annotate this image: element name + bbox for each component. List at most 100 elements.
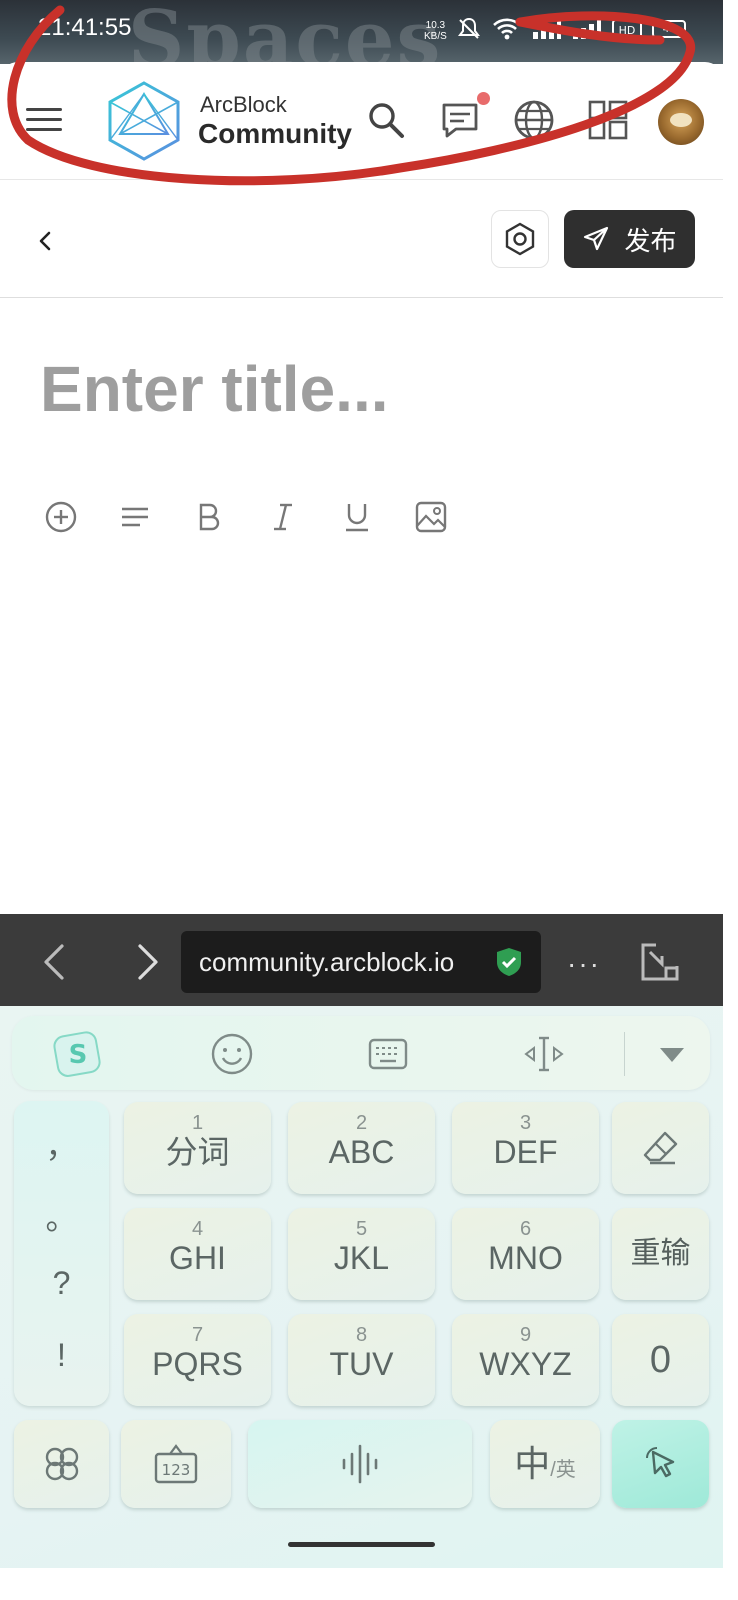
mute-icon	[458, 17, 480, 39]
signal-icon	[533, 20, 561, 39]
punct-period[interactable]: 。	[14, 1193, 109, 1239]
svg-text:HD: HD	[619, 24, 636, 37]
key-label: JKL	[333, 1240, 390, 1276]
chat-icon[interactable]	[438, 98, 482, 142]
key-label: 分词	[165, 1134, 230, 1170]
hexagon-settings-icon	[505, 222, 535, 256]
wifi-icon	[493, 18, 521, 40]
key-7[interactable]: 7 PQRS	[124, 1314, 271, 1406]
key-label: WXYZ	[479, 1346, 572, 1382]
background-word: Spaces	[128, 0, 443, 64]
tap-cursor-icon	[645, 1447, 674, 1478]
key-6[interactable]: 6 MNO	[452, 1208, 599, 1300]
browser-back-icon[interactable]	[38, 942, 72, 982]
arcblock-logo-icon[interactable]	[106, 80, 182, 162]
apps-icon[interactable]	[586, 98, 630, 142]
lang-main: 中	[514, 1443, 551, 1484]
delete-key[interactable]	[612, 1102, 709, 1194]
title-input[interactable]: Enter title...	[40, 352, 389, 426]
home-indicator[interactable]	[288, 1542, 435, 1547]
key-label: PQRS	[152, 1346, 243, 1382]
exit-fullscreen-icon[interactable]	[640, 942, 680, 982]
ime-keyboard: S ， 。 ? ! 1 分词 2 ABC 3 DEF 4 GHI 5 JKL 6…	[0, 1006, 723, 1568]
status-time: 21:41:55	[38, 14, 132, 41]
bold-icon[interactable]	[192, 500, 226, 534]
key-0[interactable]: 0	[612, 1314, 709, 1406]
svg-text:S: S	[69, 1040, 88, 1070]
key-label: MNO	[488, 1240, 563, 1276]
clover-icon	[45, 1447, 78, 1481]
key-number: 7	[191, 1324, 204, 1346]
publish-button[interactable]: 发布	[564, 210, 695, 268]
status-icons: HD	[456, 16, 642, 42]
cursor-move-icon[interactable]	[522, 1032, 566, 1076]
avatar[interactable]	[658, 99, 704, 145]
key-9[interactable]: 9 WXYZ	[452, 1314, 599, 1406]
paragraph-icon[interactable]	[118, 500, 152, 534]
editor-toolbar: 发布	[0, 180, 723, 298]
key-3[interactable]: 3 DEF	[452, 1102, 599, 1194]
sogou-logo-icon[interactable]: S	[52, 1028, 104, 1080]
key-4[interactable]: 4 GHI	[124, 1208, 271, 1300]
emoji-icon[interactable]	[210, 1032, 254, 1076]
underline-icon[interactable]	[340, 500, 374, 534]
net-speed: 10.3 KB/S	[424, 20, 447, 42]
toolbar-divider	[624, 1032, 625, 1076]
svg-text:123: 123	[162, 1461, 191, 1479]
back-arrow-icon[interactable]	[28, 224, 62, 258]
key-label: ABC	[328, 1134, 395, 1170]
more-icon[interactable]: ···	[567, 948, 601, 980]
enter-key[interactable]	[612, 1420, 709, 1508]
numpad-123-icon: 123	[154, 1444, 198, 1484]
key-number: 6	[519, 1218, 532, 1240]
key-number: 8	[355, 1324, 368, 1346]
app-header: ArcBlock Community	[0, 62, 723, 180]
key-label: DEF	[493, 1134, 558, 1170]
signal-icon	[573, 20, 601, 39]
key-number: 3	[519, 1112, 532, 1134]
key-number: 2	[355, 1112, 368, 1134]
punct-comma[interactable]: ，	[14, 1121, 109, 1167]
search-icon[interactable]	[364, 98, 408, 142]
italic-icon[interactable]	[266, 500, 300, 534]
address-bar[interactable]: community.arcblock.io	[181, 931, 541, 993]
keyboard-layout-icon[interactable]	[366, 1032, 410, 1076]
format-toolbar	[44, 500, 448, 534]
punct-exclamation[interactable]: !	[14, 1337, 109, 1374]
eraser-icon	[643, 1131, 677, 1165]
key-number: 4	[191, 1218, 204, 1240]
voice-space-key[interactable]	[248, 1420, 472, 1508]
punct-question[interactable]: ?	[14, 1265, 109, 1302]
key-label: GHI	[169, 1240, 226, 1276]
key-8[interactable]: 8 TUV	[288, 1314, 435, 1406]
net-speed-unit: KB/S	[424, 31, 447, 42]
menu-icon[interactable]	[26, 108, 62, 136]
key-number: 1	[191, 1112, 204, 1134]
key-number: 5	[355, 1218, 368, 1240]
globe-icon[interactable]	[512, 98, 556, 142]
reinput-key[interactable]: 重输	[612, 1208, 709, 1300]
plus-circle-icon[interactable]	[44, 500, 78, 534]
image-icon[interactable]	[414, 500, 448, 534]
net-speed-value: 10.3	[425, 20, 446, 31]
key-1[interactable]: 1 分词	[124, 1102, 271, 1194]
browser-forward-icon[interactable]	[130, 942, 164, 982]
hd-icon: HD	[612, 19, 642, 39]
settings-button[interactable]	[491, 210, 549, 268]
numeric-mode-key[interactable]: 123	[121, 1420, 231, 1508]
lang-sub: 英	[555, 1459, 576, 1481]
key-2[interactable]: 2 ABC	[288, 1102, 435, 1194]
key-5[interactable]: 5 JKL	[288, 1208, 435, 1300]
battery-icon: 49	[652, 20, 686, 38]
url-text: community.arcblock.io	[199, 947, 455, 977]
brand-top: ArcBlock	[200, 92, 287, 117]
punctuation-column[interactable]: ， 。 ? !	[14, 1101, 109, 1406]
status-bar: Spaces 21:41:55 10.3 KB/S HD 49	[0, 0, 723, 64]
symbols-key[interactable]	[14, 1420, 109, 1508]
key-number: 9	[519, 1324, 532, 1346]
voice-wave-icon	[342, 1444, 378, 1484]
collapse-keyboard-icon[interactable]	[650, 1032, 694, 1076]
language-switch-key[interactable]: 中/英	[490, 1420, 600, 1508]
secure-shield-icon	[497, 948, 521, 976]
key-label: TUV	[329, 1346, 394, 1382]
